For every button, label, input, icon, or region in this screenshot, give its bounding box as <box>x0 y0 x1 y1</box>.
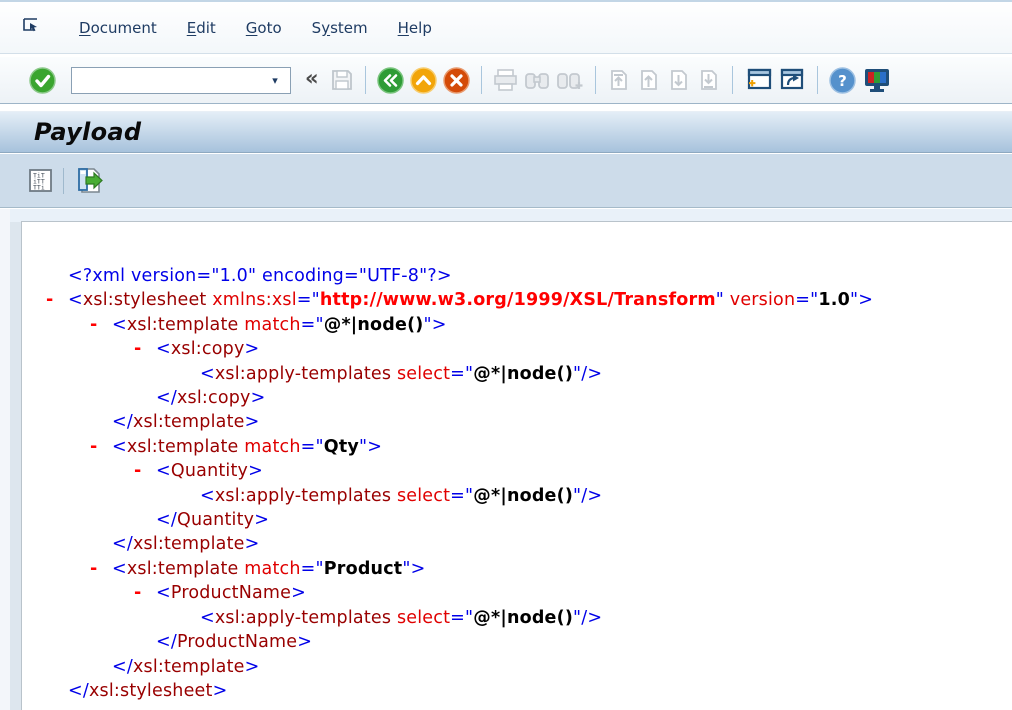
export-icon <box>74 167 104 194</box>
xml-line: </ProductName> <box>22 630 1012 654</box>
new-session-button[interactable] <box>744 63 772 97</box>
binoculars-icon <box>524 68 550 92</box>
binoculars-plus-icon <box>556 68 584 92</box>
monitor-icon <box>862 67 892 94</box>
menu-item-goto[interactable]: Goto <box>231 13 297 43</box>
next-page-button[interactable] <box>667 63 691 97</box>
menu-item-help[interactable]: Help <box>383 13 447 43</box>
back-button[interactable] <box>377 63 404 97</box>
page-title: Payload <box>34 118 141 146</box>
exit-button[interactable] <box>410 63 437 97</box>
collapse-marker[interactable]: - <box>90 435 112 459</box>
xml-line: </xsl:template> <box>22 532 1012 556</box>
floppy-icon <box>330 68 354 92</box>
left-margin <box>0 209 10 710</box>
toolbar-separator <box>481 66 482 94</box>
save-button[interactable] <box>330 63 354 97</box>
printer-icon <box>493 68 518 92</box>
xml-line: -<xsl:template match="Qty"> <box>22 435 1012 459</box>
xml-line: -<xsl:template match="@*|node()"> <box>22 313 1012 337</box>
page-first-icon <box>607 68 631 92</box>
xml-viewer: <?xml version="1.0" encoding="UTF-8"?>-<… <box>21 221 1012 710</box>
xml-line: -<xsl:template match="Product"> <box>22 557 1012 581</box>
page-up-icon <box>637 68 661 92</box>
collapse-marker[interactable]: - <box>134 459 156 483</box>
find-next-button[interactable] <box>556 63 584 97</box>
xml-line: -<xsl:stylesheet xmlns:xsl="http://www.w… <box>22 288 1012 312</box>
sap-window: DocumentEditGotoSystemHelp ▾ « <box>0 0 1012 710</box>
xml-line: </xsl:copy> <box>22 386 1012 410</box>
menu-items: DocumentEditGotoSystemHelp <box>64 13 447 43</box>
collapse-marker[interactable]: - <box>134 581 156 605</box>
collapse-marker[interactable]: - <box>134 337 156 361</box>
svg-text:?: ? <box>838 72 847 90</box>
content-area: <?xml version="1.0" encoding="UTF-8"?>-<… <box>0 209 1012 710</box>
menu-bar: DocumentEditGotoSystemHelp <box>0 0 1012 54</box>
dropdown-arrow-icon[interactable]: ▾ <box>264 69 286 92</box>
print-button[interactable] <box>493 63 518 97</box>
text-view-icon: TiT iTT TTi <box>28 168 53 193</box>
first-page-button[interactable] <box>607 63 631 97</box>
xml-line: </Quantity> <box>22 508 1012 532</box>
command-field[interactable] <box>72 68 258 93</box>
new-session-icon <box>744 67 772 93</box>
toolbar-separator <box>817 66 818 94</box>
xml-line: <xsl:apply-templates select="@*|node()"/… <box>22 606 1012 630</box>
command-field-wrap: ▾ <box>71 67 291 94</box>
create-shortcut-button[interactable] <box>778 63 806 97</box>
application-toolbar: TiT iTT TTi <box>0 154 1012 208</box>
screen-menu-icon[interactable] <box>22 17 42 33</box>
toolbar-separator <box>595 66 596 94</box>
xml-line: <xsl:apply-templates select="@*|node()"/… <box>22 362 1012 386</box>
menu-item-system[interactable]: System <box>297 13 383 43</box>
customize-layout-button[interactable] <box>862 63 892 97</box>
svg-text:TTi: TTi <box>33 184 45 192</box>
xml-line: <xsl:apply-templates select="@*|node()"/… <box>22 484 1012 508</box>
xml-line: <?xml version="1.0" encoding="UTF-8"?> <box>22 264 1012 288</box>
xml-line: -<xsl:copy> <box>22 337 1012 361</box>
text-view-button[interactable]: TiT iTT TTi <box>28 168 53 193</box>
help-button[interactable]: ? <box>829 63 856 97</box>
shortcut-icon <box>778 67 806 93</box>
back-icon <box>377 67 404 94</box>
collapse-marker[interactable]: - <box>90 313 112 337</box>
xml-line: </xsl:template> <box>22 655 1012 679</box>
xml-line: </xsl:template> <box>22 410 1012 434</box>
cancel-button[interactable] <box>443 63 470 97</box>
page-down-icon <box>667 68 691 92</box>
title-bar: Payload <box>0 111 1012 153</box>
enter-button[interactable] <box>29 63 56 97</box>
help-icon: ? <box>829 67 856 94</box>
toolbar-separator <box>63 168 64 194</box>
exit-icon <box>410 67 437 94</box>
collapse-toolbar-icon[interactable]: « <box>305 66 319 90</box>
collapse-marker[interactable]: - <box>46 288 68 312</box>
xml-tree: <?xml version="1.0" encoding="UTF-8"?>-<… <box>22 264 1012 703</box>
toolbar-separator <box>365 66 366 94</box>
xml-line: -<Quantity> <box>22 459 1012 483</box>
last-page-button[interactable] <box>697 63 721 97</box>
find-button[interactable] <box>524 63 550 97</box>
check-icon <box>29 67 56 94</box>
collapse-marker[interactable]: - <box>90 557 112 581</box>
menu-item-document[interactable]: Document <box>64 13 172 43</box>
system-toolbar: ▾ « <box>0 57 1012 104</box>
export-button[interactable] <box>74 167 104 194</box>
cancel-icon <box>443 67 470 94</box>
page-last-icon <box>697 68 721 92</box>
previous-page-button[interactable] <box>637 63 661 97</box>
menu-item-edit[interactable]: Edit <box>172 13 231 43</box>
xml-line: </xsl:stylesheet> <box>22 679 1012 703</box>
toolbar-separator <box>732 66 733 94</box>
xml-line: -<ProductName> <box>22 581 1012 605</box>
